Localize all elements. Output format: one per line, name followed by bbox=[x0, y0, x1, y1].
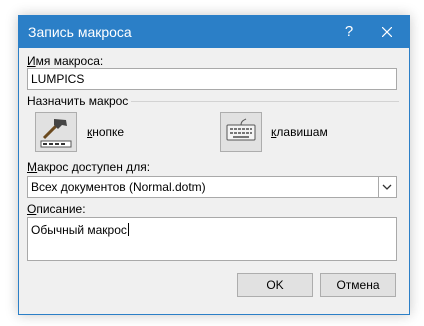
description-textarea[interactable]: Обычный макрос bbox=[27, 217, 397, 261]
macro-name-label: Имя макроса: bbox=[27, 54, 104, 68]
store-in-combo[interactable]: Всех документов (Normal.dotm) bbox=[27, 176, 397, 198]
dialog-title: Запись макроса bbox=[28, 24, 132, 40]
close-icon bbox=[382, 27, 392, 37]
assign-to-button-label: кнопке bbox=[87, 125, 125, 139]
description-label: Описание: bbox=[27, 202, 86, 216]
macro-name-input[interactable]: LUMPICS bbox=[27, 68, 397, 90]
group-divider bbox=[131, 101, 399, 102]
hammer-icon bbox=[40, 119, 72, 148]
assign-to-button[interactable] bbox=[35, 112, 77, 152]
cancel-button[interactable]: Отмена bbox=[320, 273, 396, 297]
title-bar[interactable]: Запись макроса ? bbox=[19, 16, 409, 48]
assign-to-keyboard[interactable] bbox=[220, 112, 262, 152]
record-macro-dialog: Запись макроса ? Имя макроса: LUMPICS На… bbox=[18, 15, 410, 315]
macro-name-value: LUMPICS bbox=[31, 72, 85, 86]
store-in-value: Всех документов (Normal.dotm) bbox=[31, 180, 206, 194]
store-in-label: Макрос доступен для: bbox=[27, 160, 151, 174]
assign-to-keyboard-label: клавишам bbox=[271, 125, 328, 139]
assign-group-label: Назначить макрос bbox=[27, 94, 129, 108]
help-button[interactable]: ? bbox=[333, 16, 365, 48]
chevron-down-icon bbox=[382, 184, 392, 190]
close-button[interactable] bbox=[371, 16, 403, 48]
keyboard-icon bbox=[226, 118, 256, 141]
description-value: Обычный макрос bbox=[31, 223, 129, 237]
combo-dropdown-button[interactable] bbox=[378, 177, 396, 197]
ok-button[interactable]: OK bbox=[237, 273, 313, 297]
